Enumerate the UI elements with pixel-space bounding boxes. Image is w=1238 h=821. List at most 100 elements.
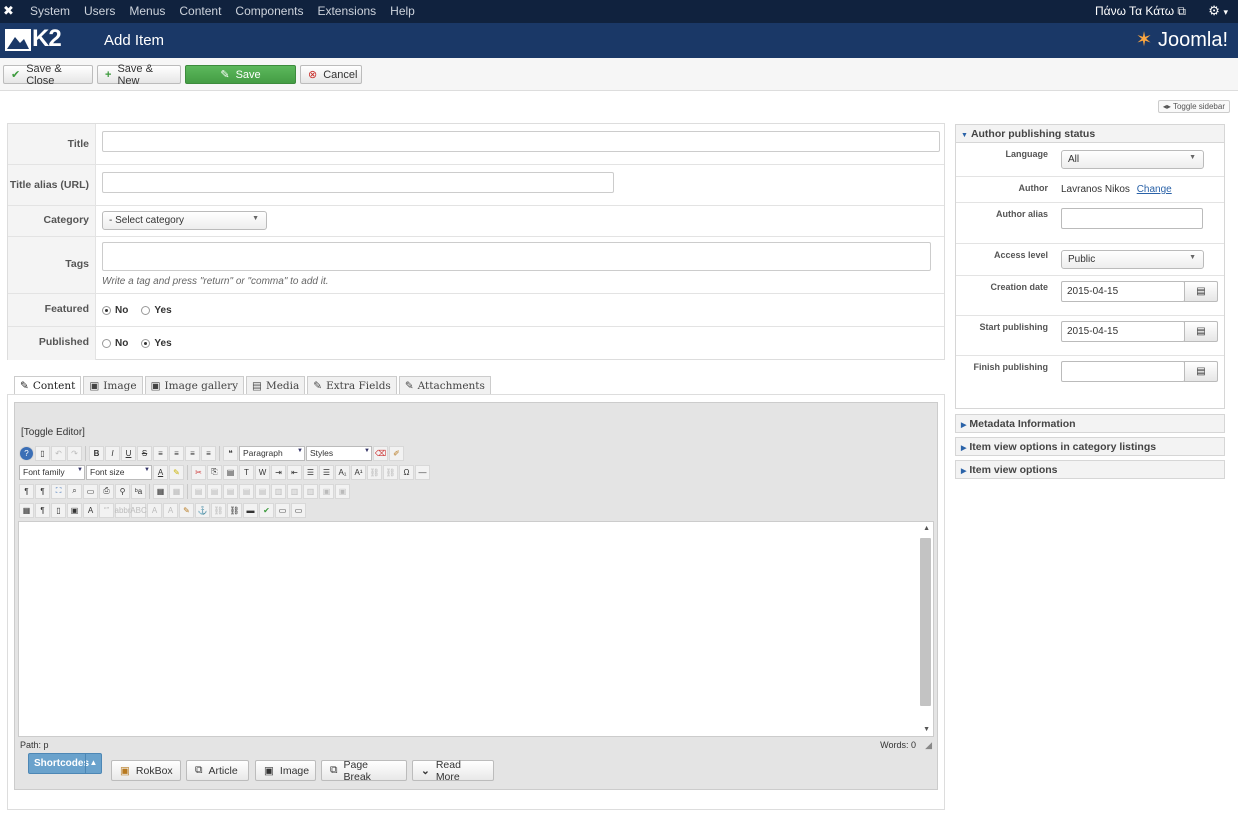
italic-icon[interactable]: I — [105, 445, 120, 461]
numbered-list-icon[interactable]: ☰ — [303, 464, 318, 480]
ins-icon[interactable]: A — [163, 502, 178, 518]
read-more-button[interactable]: ⌄ Read More — [412, 759, 494, 783]
visual-aid-icon[interactable]: ▦ — [19, 502, 34, 518]
author-publishing-header[interactable]: ▼ Author publishing status — [955, 124, 1225, 143]
replace-icon[interactable]: ᵇa — [131, 483, 146, 499]
start-publishing-input[interactable]: 2015-04-15 — [1061, 321, 1185, 342]
page-break-button[interactable]: ⧉ Page Break — [321, 759, 407, 783]
cut-icon[interactable]: ✂ — [191, 464, 206, 480]
rtl-icon[interactable]: ¶ — [35, 483, 50, 499]
toggle-editor-link[interactable]: [Toggle Editor] — [21, 427, 85, 438]
text-color-icon[interactable]: A — [153, 464, 168, 480]
insert-table-icon[interactable]: ▦ — [153, 483, 168, 499]
article-button[interactable]: ⧉ Article — [186, 760, 249, 781]
cancel-button[interactable]: ⊗ Cancel — [300, 65, 362, 84]
preview-icon[interactable]: ⌕ — [67, 483, 82, 499]
highlight-color-icon[interactable]: ✎ — [169, 464, 184, 480]
media-icon[interactable]: ▬ — [243, 502, 258, 518]
menu-users[interactable]: Users — [84, 4, 115, 18]
fullscreen-icon[interactable]: ⛶ — [51, 483, 66, 499]
metadata-header[interactable]: ▶ Metadata Information — [955, 414, 1225, 433]
menu-help[interactable]: Help — [390, 4, 415, 18]
print-icon[interactable]: ⎙ — [99, 483, 114, 499]
acronym-icon[interactable]: ABC — [130, 502, 147, 518]
strikethrough-icon[interactable]: S — [137, 445, 152, 461]
editor-scrollbar[interactable] — [920, 538, 931, 706]
shortcodes-button[interactable]: Shortcodes ▲ — [28, 753, 102, 774]
featured-no-radio[interactable] — [102, 305, 111, 315]
tab-media[interactable]: ▤ Media — [246, 376, 306, 394]
visualchars-icon[interactable]: ▭ — [291, 502, 306, 518]
tab-image-gallery[interactable]: ▣ Image gallery — [144, 376, 245, 394]
bullet-list-icon[interactable]: ☰ — [319, 464, 334, 480]
resize-handle-icon[interactable]: ◢ — [925, 740, 932, 751]
unlink-icon[interactable]: ⛓ — [383, 464, 398, 480]
row-after-icon[interactable]: ▤ — [239, 483, 254, 499]
title-input[interactable] — [102, 131, 940, 152]
tab-image[interactable]: ▣ Image — [83, 376, 143, 394]
access-select[interactable]: Public ▼ — [1061, 250, 1204, 269]
start-publishing-calendar-button[interactable]: ▤ — [1184, 321, 1218, 342]
align-center-icon[interactable]: ≡ — [169, 445, 184, 461]
ltr-icon[interactable]: ¶ — [19, 483, 34, 499]
delete-table-icon[interactable]: ▦ — [169, 483, 184, 499]
spellcheck-icon[interactable]: ✔ — [259, 502, 274, 518]
insert-layer-icon[interactable]: ▯ — [51, 502, 66, 518]
creation-date-input[interactable]: 2015-04-15 — [1061, 281, 1185, 302]
user-menu[interactable]: ⚙ ▾ — [1208, 3, 1228, 19]
superscript-icon[interactable]: A¹ — [351, 464, 366, 480]
language-select[interactable]: All ▼ — [1061, 150, 1204, 169]
featured-yes-radio[interactable] — [141, 305, 151, 315]
author-change-link[interactable]: Change — [1137, 184, 1172, 195]
save-button[interactable]: ✎ Save — [185, 65, 296, 84]
bold-icon[interactable]: B — [89, 445, 104, 461]
finish-publishing-calendar-button[interactable]: ▤ — [1184, 361, 1218, 382]
tab-attachments[interactable]: ✎ Attachments — [398, 376, 491, 394]
horizontal-rule-icon[interactable]: — — [415, 464, 430, 480]
special-char-icon[interactable]: Ω — [399, 464, 414, 480]
joomla-logo-icon[interactable]: ✖ — [3, 3, 19, 19]
menu-system[interactable]: System — [30, 4, 70, 18]
image-button[interactable]: ▣ Image — [255, 760, 316, 781]
style-props-icon[interactable]: A — [83, 502, 98, 518]
tags-input[interactable] — [102, 242, 931, 271]
category-select[interactable]: - Select category ▼ — [102, 211, 267, 230]
cite-icon[interactable]: “” — [99, 502, 114, 518]
col-after-icon[interactable]: ▥ — [287, 483, 302, 499]
cleanup-icon[interactable]: ✐ — [389, 445, 404, 461]
published-yes-radio[interactable] — [141, 338, 151, 348]
scroll-up-icon[interactable]: ▲ — [923, 525, 930, 532]
delete-col-icon[interactable]: ▥ — [303, 483, 318, 499]
item-view-options-header[interactable]: ▶ Item view options — [955, 460, 1225, 479]
del-icon[interactable]: A — [147, 502, 162, 518]
template-icon[interactable]: ▭ — [83, 483, 98, 499]
author-alias-input[interactable] — [1061, 208, 1203, 229]
remove-format-icon[interactable]: ⌫ — [373, 445, 388, 461]
paste-word-icon[interactable]: W — [255, 464, 270, 480]
scroll-down-icon[interactable]: ▼ — [923, 726, 930, 733]
save-close-button[interactable]: ✔ Save & Close — [3, 63, 93, 87]
finish-publishing-input[interactable] — [1061, 361, 1185, 382]
align-left-icon[interactable]: ≡ — [153, 445, 168, 461]
attribs-icon[interactable]: ✎ — [179, 502, 194, 518]
col-before-icon[interactable]: ▥ — [271, 483, 286, 499]
delete-row-icon[interactable]: ▤ — [255, 483, 270, 499]
merge-cells-icon[interactable]: ▣ — [335, 483, 350, 499]
subscript-icon[interactable]: A₁ — [335, 464, 350, 480]
alias-input[interactable] — [102, 172, 614, 193]
tab-extra-fields[interactable]: ✎ Extra Fields — [307, 376, 397, 394]
blockquote-icon[interactable]: ❝ — [223, 445, 238, 461]
align-justify-icon[interactable]: ≡ — [201, 445, 216, 461]
published-no-radio[interactable] — [102, 338, 111, 348]
save-new-button[interactable]: + Save & New — [97, 63, 181, 87]
cell-props-icon[interactable]: ▤ — [207, 483, 222, 499]
shortcodes-caret-icon[interactable]: ▲ — [85, 754, 101, 773]
help-icon[interactable]: ? — [19, 445, 34, 461]
anchor-icon[interactable]: ⚓ — [195, 502, 210, 518]
paste-icon[interactable]: ▤ — [223, 464, 238, 480]
redo-icon[interactable]: ↷ — [67, 445, 82, 461]
pagebreak-icon[interactable]: ⛓ — [227, 502, 242, 518]
underline-icon[interactable]: U — [121, 445, 136, 461]
new-document-icon[interactable]: ▯ — [35, 445, 50, 461]
rokbox-button[interactable]: ▣ RokBox — [111, 760, 181, 781]
